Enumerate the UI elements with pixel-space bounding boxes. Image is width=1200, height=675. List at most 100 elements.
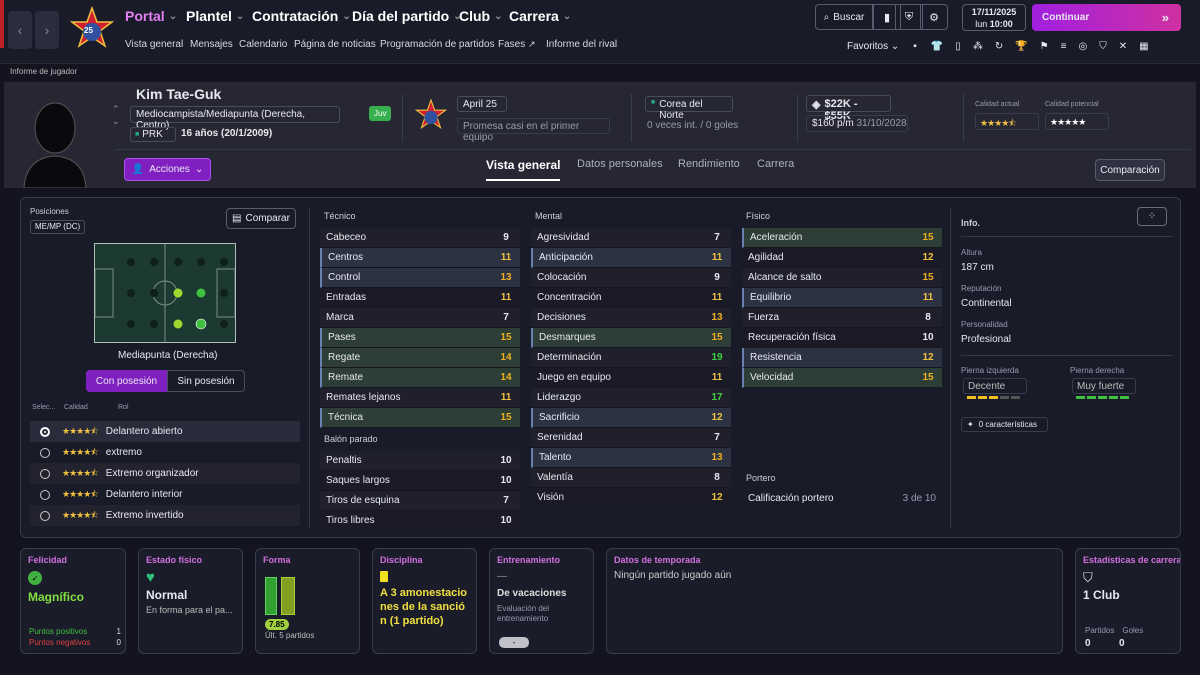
settings-button[interactable]: ⚙ — [920, 4, 948, 30]
menu-carrera[interactable]: Carrera ⌄ — [509, 8, 571, 24]
with-possession-toggle[interactable]: Con posesión — [86, 370, 167, 392]
submenu-mensajes[interactable]: Mensajes — [190, 39, 233, 50]
menu-contratacion[interactable]: Contratación ⌄ — [252, 8, 351, 24]
attribute-row[interactable]: Entradas 11 — [320, 288, 520, 308]
submenu-informe-rival[interactable]: Informe del rival — [546, 39, 617, 50]
menu-portal[interactable]: Portal ⌄ — [125, 8, 177, 24]
attribute-row[interactable]: Tiros de esquina 7 — [320, 491, 520, 511]
role-row[interactable]: ★★★★⯪ Extremo organizador — [30, 463, 300, 484]
attribute-row[interactable]: Sacrificio 12 — [531, 408, 731, 428]
attribute-row[interactable]: Equilibrio 11 — [742, 288, 942, 308]
tab-datos-personales[interactable]: Datos personales — [577, 158, 663, 170]
attribute-row[interactable]: Velocidad 15 — [742, 368, 942, 388]
attribute-row[interactable]: Agilidad 12 — [742, 248, 942, 268]
message-icon[interactable]: ▪ — [913, 41, 917, 52]
shirt-icon[interactable]: 👕 — [931, 41, 943, 52]
without-possession-toggle[interactable]: Sin posesión — [167, 370, 245, 392]
attribute-row[interactable]: Tiros libres 10 — [320, 511, 520, 531]
attribute-row[interactable]: Determinación 19 — [531, 348, 731, 368]
attribute-row[interactable]: Colocación 9 — [531, 268, 731, 288]
comparison-button[interactable]: Comparación — [1095, 159, 1165, 181]
submenu-fases[interactable]: Fases ↗ — [498, 39, 536, 50]
role-row[interactable]: ★★★★⯪ Delantero abierto — [30, 421, 300, 442]
attribute-name: Concentración — [537, 292, 602, 303]
club-team[interactable]: April 25 — [457, 96, 507, 112]
info-settings-button[interactable]: ⁘ — [1137, 207, 1167, 226]
role-row[interactable]: ★★★★⯪ Delantero interior — [30, 484, 300, 505]
player-nav-arrows[interactable]: ⌃ ⌄ — [112, 103, 120, 127]
trophy-icon[interactable]: 🏆 — [1015, 41, 1027, 52]
refresh-icon[interactable]: ↻ — [995, 41, 1003, 52]
attribute-row[interactable]: Recuperación física 10 — [742, 328, 942, 348]
attribute-row[interactable]: Alcance de salto 15 — [742, 268, 942, 288]
attribute-row[interactable]: Fuerza 8 — [742, 308, 942, 328]
attribute-row[interactable]: Control 13 — [320, 268, 520, 288]
back-button[interactable]: ‹ — [8, 11, 32, 49]
card-entrenamiento[interactable]: Entrenamiento — De vacaciones Evaluación… — [489, 548, 594, 654]
attribute-row[interactable]: Marca 7 — [320, 308, 520, 328]
club-crest[interactable] — [414, 98, 448, 134]
attribute-row[interactable]: Liderazgo 17 — [531, 388, 731, 408]
favorites-dropdown[interactable]: Favoritos ⌄ — [847, 41, 899, 52]
training-icon[interactable]: ⚑ — [1040, 41, 1049, 52]
role-row[interactable]: ★★★★⯪ Extremo invertido — [30, 505, 300, 526]
kit-button[interactable]: ⛨ — [895, 4, 923, 30]
attribute-row[interactable]: Decisiones 13 — [531, 308, 731, 328]
menu-club[interactable]: Club ⌄ — [459, 8, 503, 24]
submenu-calendario[interactable]: Calendario — [239, 39, 287, 50]
tactics-icon[interactable]: ⁂ — [973, 41, 983, 52]
attribute-row[interactable]: Saques largos 10 — [320, 471, 520, 491]
scout-icon[interactable]: ◎ — [1078, 41, 1087, 52]
attribute-row[interactable]: Aceleración 15 — [742, 228, 942, 248]
submenu-programacion[interactable]: Programación de partidos — [380, 39, 495, 50]
attribute-row[interactable]: Técnica 15 — [320, 408, 520, 428]
attribute-row[interactable]: Regate 14 — [320, 348, 520, 368]
attribute-row[interactable]: Penaltis 10 — [320, 451, 520, 471]
card-estadisticas-carrera[interactable]: Estadísticas de carrera ⛉ 1 Club Partido… — [1075, 548, 1181, 654]
date-box[interactable]: 17/11/2025 lun 10:00 — [962, 4, 1026, 31]
card-forma[interactable]: Forma 7.85 Últ. 5 partidos — [255, 548, 360, 654]
nation-badge[interactable]: ■ Corea del Norte — [645, 96, 733, 121]
attribute-row[interactable]: Concentración 11 — [531, 288, 731, 308]
attribute-row[interactable]: Talento 13 — [531, 448, 731, 468]
attribute-row[interactable]: Remate 14 — [320, 368, 520, 388]
forward-button[interactable]: › — [35, 11, 59, 49]
search-button[interactable]: ⌕ Buscar — [815, 4, 873, 30]
attribute-row[interactable]: Valentía 8 — [531, 468, 731, 488]
attribute-row[interactable]: Centros 11 — [320, 248, 520, 268]
attribute-row[interactable]: Cabeceo 9 — [320, 228, 520, 248]
attribute-row[interactable]: Visión 12 — [531, 488, 731, 508]
attribute-row[interactable]: Anticipación 11 — [531, 248, 731, 268]
menu-dia-partido[interactable]: Día del partido ⌄ — [352, 8, 462, 24]
finance-icon[interactable]: ≡ — [1061, 41, 1067, 52]
club-logo[interactable]: 25 — [69, 5, 115, 54]
submenu-noticias[interactable]: Página de noticias — [294, 39, 376, 50]
attribute-row[interactable]: Serenidad 7 — [531, 428, 731, 448]
attribute-row[interactable]: Desmarques 15 — [531, 328, 731, 348]
role-row[interactable]: ★★★★⯪ extremo — [30, 442, 300, 463]
tab-carrera[interactable]: Carrera — [757, 158, 794, 170]
tools-icon[interactable]: ✕ — [1119, 41, 1127, 52]
club-shield-icon[interactable]: ⛉ — [1099, 41, 1107, 52]
card-felicidad[interactable]: Felicidad ✓ Magnífico Puntos positivos 1 … — [20, 548, 126, 654]
attribute-row[interactable]: Juego en equipo 11 — [531, 368, 731, 388]
submenu-vista-general[interactable]: Vista general — [125, 39, 183, 50]
menu-plantel[interactable]: Plantel ⌄ — [186, 8, 244, 24]
tab-vista-general[interactable]: Vista general — [486, 158, 561, 181]
card-disciplina[interactable]: Disciplina A 3 amonestaciones de la sanc… — [372, 548, 477, 654]
calendar-icon[interactable]: ▦ — [1139, 41, 1148, 52]
attribute-row[interactable]: Pases 15 — [320, 328, 520, 348]
card-temporada[interactable]: Datos de temporada Ningún partido jugado… — [606, 548, 1063, 654]
phone-icon[interactable]: ▯ — [955, 41, 961, 52]
actions-button[interactable]: 👤 Acciones ⌄ — [124, 158, 211, 181]
chevron-down-icon[interactable]: ⌄ — [112, 115, 120, 127]
compare-button[interactable]: ▤ Comparar — [226, 208, 296, 229]
chevron-up-icon[interactable]: ⌃ — [112, 103, 120, 115]
card-estado-fisico[interactable]: Estado físico ♥ Normal En forma para el … — [138, 548, 243, 654]
continue-button[interactable]: Continuar » — [1032, 4, 1181, 31]
attribute-row[interactable]: Remates lejanos 11 — [320, 388, 520, 408]
traits-button[interactable]: ✦ 0 características — [961, 417, 1048, 432]
attribute-row[interactable]: Agresividad 7 — [531, 228, 731, 248]
tab-rendimiento[interactable]: Rendimiento — [678, 158, 740, 170]
attribute-row[interactable]: Resistencia 12 — [742, 348, 942, 368]
